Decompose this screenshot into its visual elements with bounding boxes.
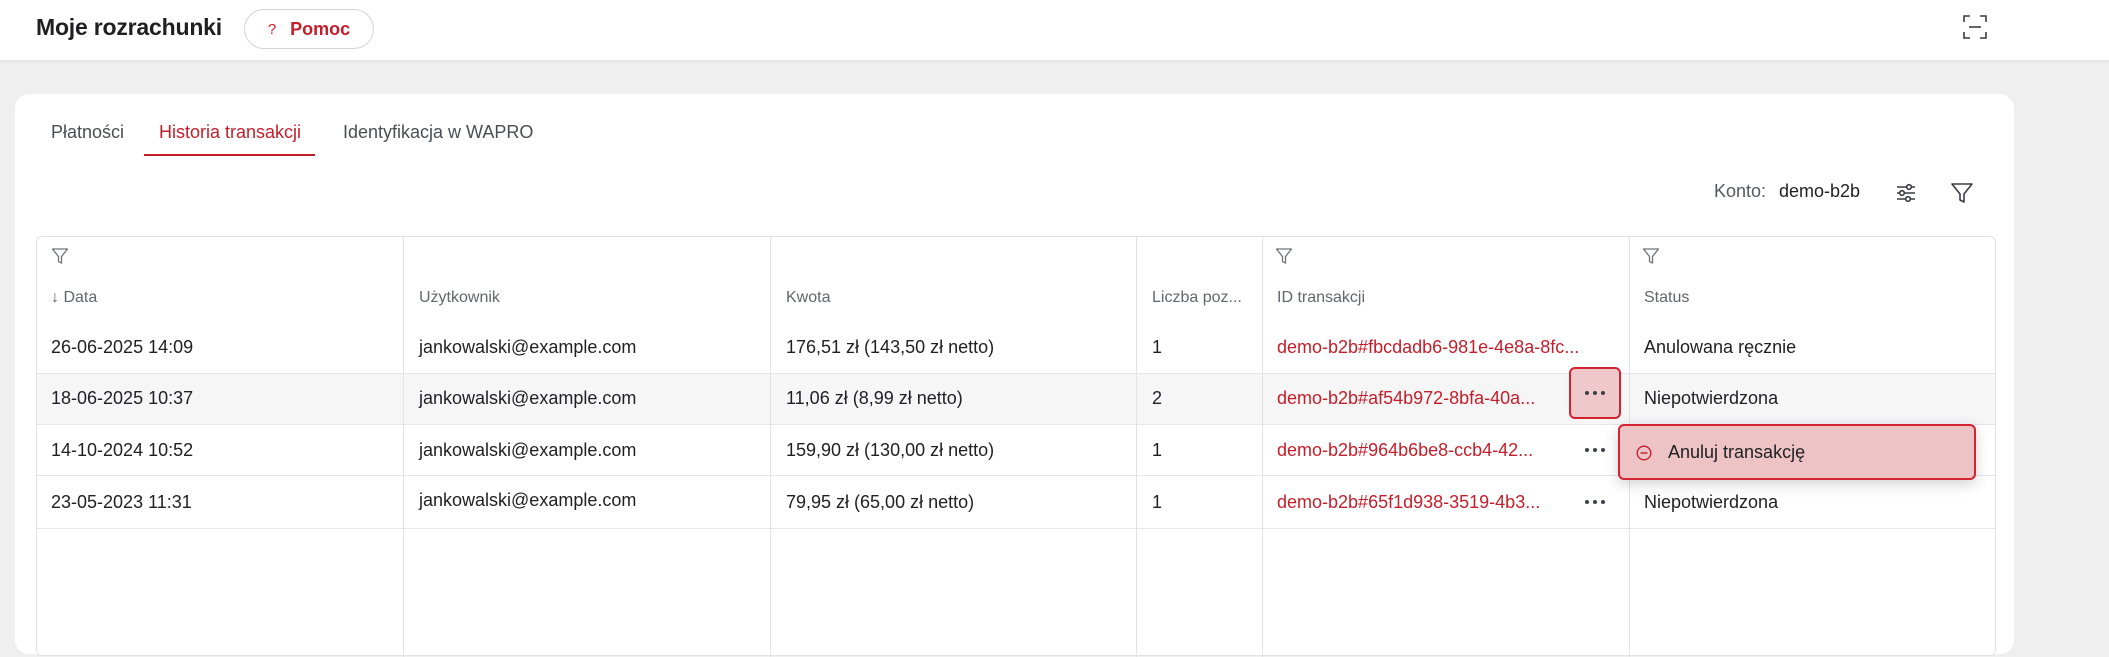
cell-user: jankowalski@example.com bbox=[419, 440, 637, 460]
app-header: Moje rozrachunki ? Pomoc bbox=[0, 0, 2109, 60]
fullscreen-icon[interactable] bbox=[1962, 14, 1988, 40]
help-button-label: Pomoc bbox=[290, 18, 351, 39]
cancel-transaction-menu-item[interactable]: Anuluj transakcję bbox=[1618, 424, 1976, 480]
help-button[interactable]: ? Pomoc bbox=[244, 9, 374, 49]
row-divider bbox=[37, 528, 1995, 529]
help-question-icon: ? bbox=[267, 20, 277, 38]
cell-amount: 159,90 zł (130,00 zł netto) bbox=[786, 440, 995, 460]
cell-count: 2 bbox=[1152, 388, 1163, 408]
cell-amount: 176,51 zł (143,50 zł netto) bbox=[786, 337, 995, 357]
sort-arrow-icon: ↓ bbox=[51, 289, 59, 306]
cell-transaction-id-link[interactable]: demo-b2b#af54b972-8bfa-40a... bbox=[1277, 388, 1535, 409]
column-filter-icon[interactable] bbox=[1275, 247, 1293, 265]
cell-transaction-id-link[interactable]: demo-b2b#65f1d938-3519-4b3... bbox=[1277, 492, 1540, 513]
row-divider bbox=[37, 373, 1995, 374]
col-divider bbox=[1262, 237, 1263, 657]
column-header-id-transakcji[interactable]: ID transakcji bbox=[1277, 289, 1365, 307]
column-header-status[interactable]: Status bbox=[1644, 289, 1689, 307]
column-header-uzytkownik[interactable]: Użytkownik bbox=[419, 289, 500, 307]
account-label: Konto: bbox=[1714, 181, 1767, 201]
cell-transaction-id-link[interactable]: demo-b2b#fbcdadb6-981e-4e8a-8fc... bbox=[1277, 337, 1579, 358]
cell-count: 1 bbox=[1152, 440, 1163, 460]
row-actions-menu: Anuluj transakcję bbox=[1618, 424, 1976, 480]
column-header-kwota[interactable]: Kwota bbox=[786, 289, 830, 307]
cell-status: Anulowana ręcznie bbox=[1644, 337, 1797, 357]
page-title: Moje rozrachunki bbox=[36, 14, 222, 40]
minus-circle-icon bbox=[1636, 445, 1652, 461]
cell-user: jankowalski@example.com bbox=[419, 337, 637, 357]
cell-count: 1 bbox=[1152, 337, 1163, 357]
filter-icon[interactable] bbox=[1950, 181, 1974, 205]
column-filter-icon[interactable] bbox=[1642, 247, 1660, 265]
column-filter-icon[interactable] bbox=[51, 247, 69, 265]
tab-platnosci[interactable]: Płatności bbox=[51, 118, 124, 156]
account-value[interactable]: demo-b2b bbox=[1779, 181, 1860, 202]
cell-status: Niepotwierdzona bbox=[1644, 492, 1779, 512]
settings-sliders-icon[interactable] bbox=[1895, 182, 1917, 204]
column-header-liczba-pozycji[interactable]: Liczba poz... bbox=[1152, 289, 1242, 307]
cancel-transaction-label: Anuluj transakcję bbox=[1668, 441, 1806, 462]
tab-identyfikacja-wapro[interactable]: Identyfikacja w WAPRO bbox=[343, 118, 533, 156]
row-actions-more-button[interactable] bbox=[1577, 436, 1613, 464]
cell-count: 1 bbox=[1152, 492, 1163, 512]
col-divider bbox=[770, 237, 771, 657]
row-actions-more-button[interactable] bbox=[1577, 488, 1613, 516]
cell-date: 23-05-2023 11:31 bbox=[51, 492, 192, 512]
col-divider bbox=[1136, 237, 1137, 657]
cell-date: 18-06-2025 10:37 bbox=[51, 388, 194, 408]
row-actions-more-button[interactable] bbox=[1569, 367, 1621, 419]
column-header-data[interactable]: ↓ Data bbox=[51, 289, 97, 307]
column-header-label: Data bbox=[63, 289, 98, 306]
cell-date: 26-06-2025 14:09 bbox=[51, 337, 194, 357]
cell-date: 14-10-2024 10:52 bbox=[51, 440, 194, 460]
cell-amount: 79,95 zł (65,00 zł netto) bbox=[786, 492, 975, 512]
cell-amount: 11,06 zł (8,99 zł netto) bbox=[786, 388, 963, 408]
cell-status: Niepotwierdzona bbox=[1644, 388, 1779, 408]
cell-user: jankowalski@example.com bbox=[419, 388, 637, 408]
col-divider bbox=[403, 237, 404, 657]
cell-user: jankowalski@example.com bbox=[419, 490, 637, 510]
cell-transaction-id-link[interactable]: demo-b2b#964b6be8-ccb4-42... bbox=[1277, 440, 1533, 461]
tab-historia-transakcji[interactable]: Historia transakcji bbox=[144, 118, 316, 156]
